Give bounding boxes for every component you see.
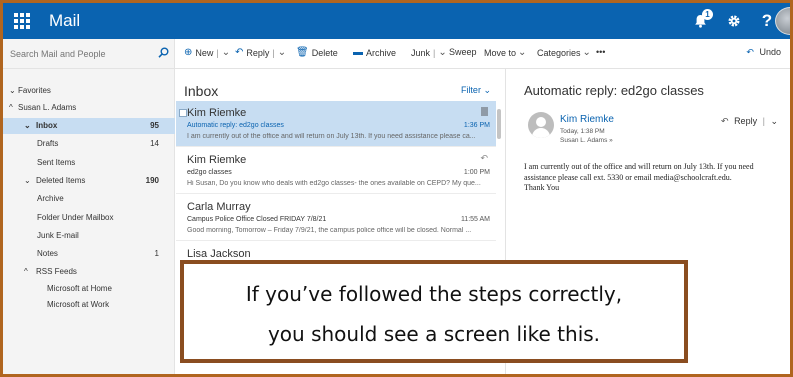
new-button[interactable]: ⊕ New | ⌄ bbox=[184, 47, 233, 58]
separator: | bbox=[762, 116, 765, 126]
folder-item-microsoft-at-work[interactable]: Microsoft at Work bbox=[3, 297, 175, 313]
search-input[interactable] bbox=[10, 46, 150, 62]
top-bar: Mail 1 ? bbox=[3, 3, 790, 39]
favorites-header[interactable]: ⌄ Favorites bbox=[3, 83, 175, 99]
plus-icon: ⊕ bbox=[184, 47, 193, 58]
message-title: Automatic reply: ed2go classes bbox=[524, 83, 704, 98]
sender-name[interactable]: Kim Riemke bbox=[560, 114, 614, 125]
list-scrollbar[interactable] bbox=[497, 109, 501, 139]
junk-button[interactable]: Junk | ⌄ bbox=[411, 47, 450, 58]
archive-button[interactable]: ▬ Archive bbox=[353, 47, 396, 58]
message-subject: ed2go classes bbox=[187, 169, 232, 176]
folder-item-notes[interactable]: Notes 1 bbox=[3, 246, 175, 262]
more-actions-button[interactable]: ••• bbox=[596, 47, 605, 57]
move-to-button[interactable]: Move to ⌄ bbox=[484, 47, 529, 58]
chevron-down-icon[interactable]: ⌄ bbox=[222, 47, 230, 58]
folder-item-microsoft-at-home[interactable]: Microsoft at Home bbox=[3, 281, 175, 297]
message-body: I am currently out of the office and wil… bbox=[524, 162, 754, 192]
app-title: Mail bbox=[49, 11, 81, 30]
undo-icon: ↶ bbox=[746, 47, 754, 57]
chevron-down-icon: ⌄ bbox=[483, 85, 491, 95]
folder-pane: ⌄ Favorites ^ Susan L. Adams ⌄ Inbox 95 … bbox=[3, 69, 175, 374]
unread-count: 95 bbox=[150, 121, 159, 130]
select-checkbox[interactable] bbox=[179, 109, 187, 117]
chevron-up-icon: ^ bbox=[24, 267, 28, 276]
reply-icon: ↶ bbox=[721, 116, 729, 126]
chevron-down-icon: ⌄ bbox=[582, 47, 591, 58]
message-sender: Lisa Jackson bbox=[187, 248, 251, 260]
folder-item-drafts[interactable]: Drafts 14 bbox=[3, 136, 175, 152]
chevron-down-icon: ⌄ bbox=[9, 86, 16, 95]
item-count: 14 bbox=[150, 139, 159, 148]
message-subject: Campus Police Office Closed FRIDAY 7/8/2… bbox=[187, 216, 327, 223]
folder-item-deleted[interactable]: ⌄ Deleted Items 190 bbox=[3, 173, 175, 189]
sweep-button[interactable]: Sweep bbox=[449, 47, 477, 57]
command-bar: ⊕ New | ⌄ ↶ Reply | ⌄ 🗑 Delete ▬ Archive… bbox=[3, 39, 790, 69]
message-time: 11:55 AM bbox=[460, 216, 490, 223]
message-preview: Good morning, Tomorrow – Friday 7/9/21, … bbox=[187, 227, 472, 234]
message-preview: Hi Susan, Do you know who deals with ed2… bbox=[187, 180, 481, 187]
screenshot-frame: Mail 1 ? Search Mail and People ⊕ New | … bbox=[0, 0, 793, 377]
message-subject: Automatic reply: ed2go classes bbox=[187, 122, 284, 129]
person-icon bbox=[536, 117, 546, 127]
separator: | bbox=[216, 47, 219, 58]
sender-avatar bbox=[528, 112, 554, 138]
list-title: Inbox bbox=[184, 83, 219, 99]
folder-item-folder-under-mailbox[interactable]: Folder Under Mailbox bbox=[3, 210, 175, 226]
folder-item-rss-feeds[interactable]: ^ RSS Feeds bbox=[3, 264, 175, 280]
waffle-icon bbox=[14, 13, 30, 29]
notifications-button[interactable]: 1 bbox=[681, 3, 719, 39]
app-launcher-button[interactable] bbox=[3, 3, 41, 39]
reply-button[interactable]: ↶ Reply | ⌄ bbox=[235, 47, 289, 58]
folder-item-junk[interactable]: Junk E-mail bbox=[3, 228, 175, 244]
search-icon[interactable] bbox=[158, 47, 169, 58]
more-icon: ••• bbox=[596, 47, 606, 57]
chevron-down-icon: ⌄ bbox=[518, 47, 527, 58]
chevron-down-icon[interactable]: ⌄ bbox=[770, 116, 778, 126]
chevron-up-icon: ^ bbox=[9, 103, 13, 112]
gear-icon bbox=[728, 15, 740, 27]
unread-count: 190 bbox=[145, 176, 159, 185]
help-icon: ? bbox=[761, 11, 773, 30]
filter-button[interactable]: Filter ⌄ bbox=[461, 85, 491, 96]
account-header[interactable]: ^ Susan L. Adams bbox=[3, 100, 175, 116]
message-date: Today, 1:38 PM bbox=[560, 128, 605, 135]
replied-icon: ↶ bbox=[480, 153, 488, 163]
chevron-down-icon: ⌄ bbox=[24, 176, 31, 185]
message-row[interactable]: Carla Murray Campus Police Office Closed… bbox=[176, 195, 496, 241]
message-sender: Kim Riemke bbox=[187, 107, 247, 119]
chevron-down-icon[interactable]: ⌄ bbox=[438, 47, 446, 58]
message-row[interactable]: Kim Riemke ↶ ed2go classes 1:00 PM Hi Su… bbox=[176, 148, 496, 194]
item-count: 1 bbox=[154, 249, 159, 258]
separator: | bbox=[433, 47, 436, 58]
message-time: 1:36 PM bbox=[463, 122, 490, 129]
message-row[interactable]: Kim Riemke Automatic reply: ed2go classe… bbox=[176, 101, 496, 147]
caption-line: you should see a screen like this. bbox=[267, 322, 601, 346]
instruction-caption: If you’ve followed the steps correctly, … bbox=[180, 260, 688, 363]
folder-item-inbox[interactable]: ⌄ Inbox 95 bbox=[3, 118, 175, 134]
caption-line: If you’ve followed the steps correctly, bbox=[245, 282, 623, 306]
delete-button[interactable]: 🗑 Delete bbox=[296, 47, 338, 58]
undo-button[interactable]: ↶ Undo bbox=[746, 47, 781, 58]
separator: | bbox=[272, 47, 275, 58]
message-time: 1:00 PM bbox=[463, 169, 490, 176]
search-box bbox=[3, 39, 175, 68]
flag-icon[interactable] bbox=[481, 107, 488, 116]
archive-icon: ▬ bbox=[353, 47, 363, 58]
message-sender: Kim Riemke bbox=[187, 154, 247, 166]
message-preview: I am currently out of the office and wil… bbox=[187, 133, 476, 140]
recipient[interactable]: Susan L. Adams » bbox=[560, 137, 613, 144]
message-sender: Carla Murray bbox=[187, 201, 251, 213]
chevron-down-icon: ⌄ bbox=[24, 121, 31, 130]
reply-icon: ↶ bbox=[235, 47, 244, 58]
reply-button[interactable]: ↶ Reply | ⌄ bbox=[721, 116, 778, 127]
categories-button[interactable]: Categories ⌄ bbox=[537, 47, 594, 58]
notification-badge: 1 bbox=[702, 9, 713, 20]
trash-icon: 🗑 bbox=[296, 47, 309, 58]
folder-item-sent[interactable]: Sent Items bbox=[3, 155, 175, 171]
chevron-down-icon[interactable]: ⌄ bbox=[278, 47, 286, 58]
folder-item-archive[interactable]: Archive bbox=[3, 191, 175, 207]
